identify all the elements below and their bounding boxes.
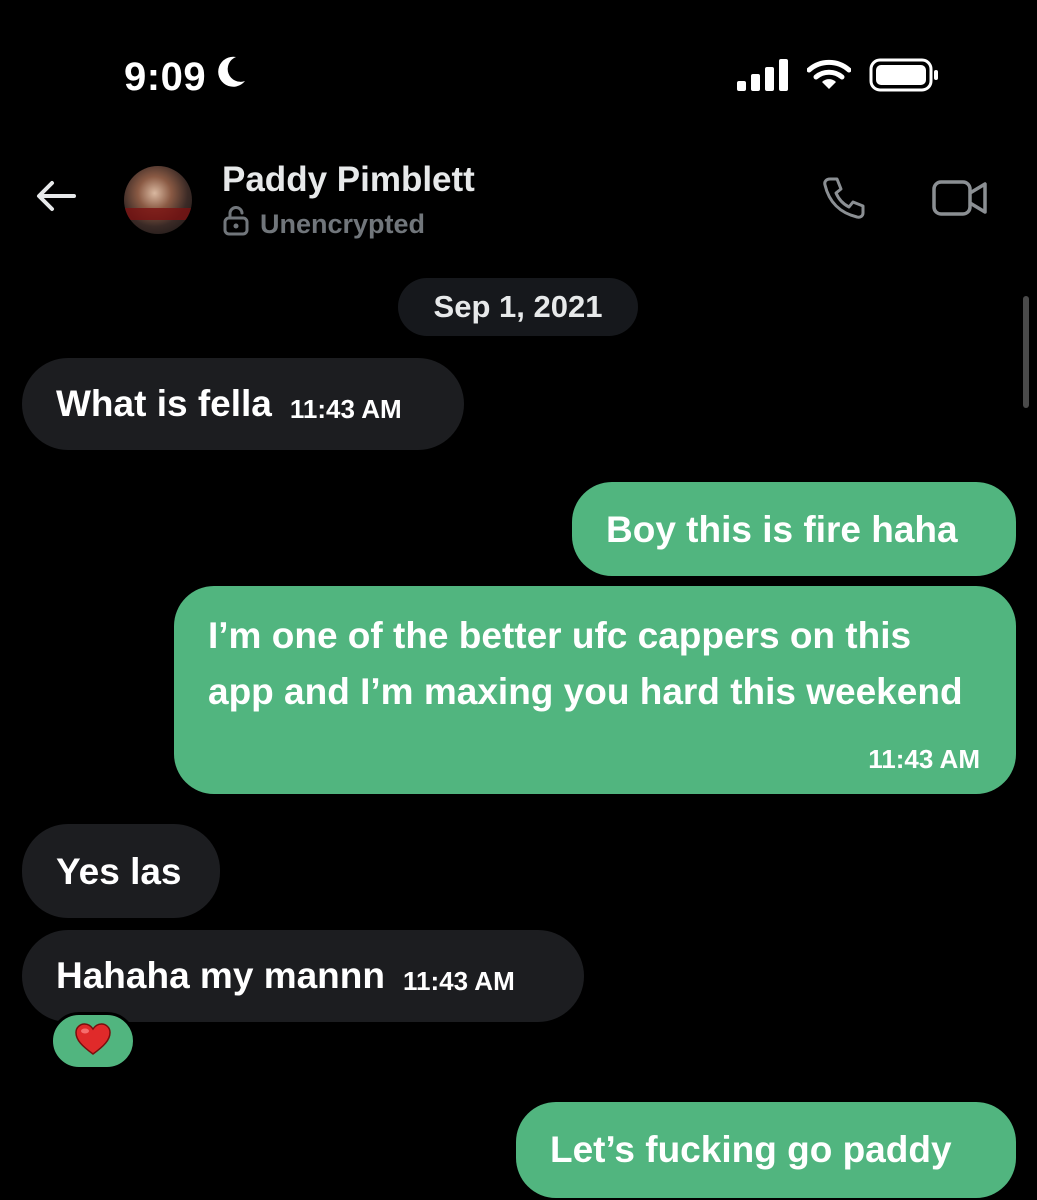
status-time-text: 9:09 xyxy=(124,54,207,99)
contact-name[interactable]: Paddy Pimblett xyxy=(222,160,475,200)
message-timestamp: 11:43 AM xyxy=(402,966,515,996)
date-separator: Sep 1, 2021 xyxy=(398,278,638,336)
wifi-icon xyxy=(806,59,852,96)
encryption-status: Unencrypted xyxy=(222,206,425,243)
encryption-status-text: Unencrypted xyxy=(260,209,426,239)
avatar-image-detail xyxy=(124,208,192,220)
message-bubble-outgoing[interactable]: Let’s fucking go paddy xyxy=(516,1102,1016,1198)
video-call-button[interactable] xyxy=(930,176,990,224)
battery-icon xyxy=(869,58,939,97)
message-bubble-outgoing[interactable]: Boy this is fire haha xyxy=(572,482,1016,576)
message-text: Boy this is fire haha xyxy=(606,509,958,550)
heart-reaction[interactable] xyxy=(50,1012,136,1070)
message-bubble-outgoing[interactable]: I’m one of the better ufc cappers on thi… xyxy=(174,586,1016,794)
moon-icon xyxy=(214,54,248,100)
status-bar-icons xyxy=(737,58,939,97)
back-arrow-icon xyxy=(34,178,78,219)
message-text: What is fella xyxy=(56,383,272,424)
voice-call-button[interactable] xyxy=(818,174,870,226)
heart-icon xyxy=(74,1022,112,1061)
message-timestamp: 11:43 AM xyxy=(868,744,980,774)
back-button[interactable] xyxy=(30,174,82,222)
scrollbar[interactable] xyxy=(1023,296,1029,408)
dm-conversation-screen: 9:09 Paddy Pimblett Unencrypted Sep 1, 2… xyxy=(0,0,1037,1200)
contact-avatar[interactable] xyxy=(124,166,192,234)
video-camera-icon xyxy=(931,178,989,223)
message-text: Hahaha my mannn xyxy=(56,955,385,996)
message-timestamp: 11:43 AM xyxy=(289,394,402,424)
phone-icon xyxy=(820,174,868,227)
message-text: Let’s fucking go paddy xyxy=(550,1129,952,1170)
message-text: Yes las xyxy=(56,851,182,892)
message-bubble-incoming[interactable]: Yes las xyxy=(22,824,220,918)
message-text: I’m one of the better ufc cappers on thi… xyxy=(208,615,963,712)
status-bar-time: 9:09 xyxy=(124,54,248,100)
cellular-signal-icon xyxy=(737,59,789,96)
message-bubble-incoming[interactable]: What is fella 11:43 AM xyxy=(22,358,464,450)
lock-open-icon xyxy=(222,206,250,243)
message-bubble-incoming[interactable]: Hahaha my mannn 11:43 AM xyxy=(22,930,584,1022)
